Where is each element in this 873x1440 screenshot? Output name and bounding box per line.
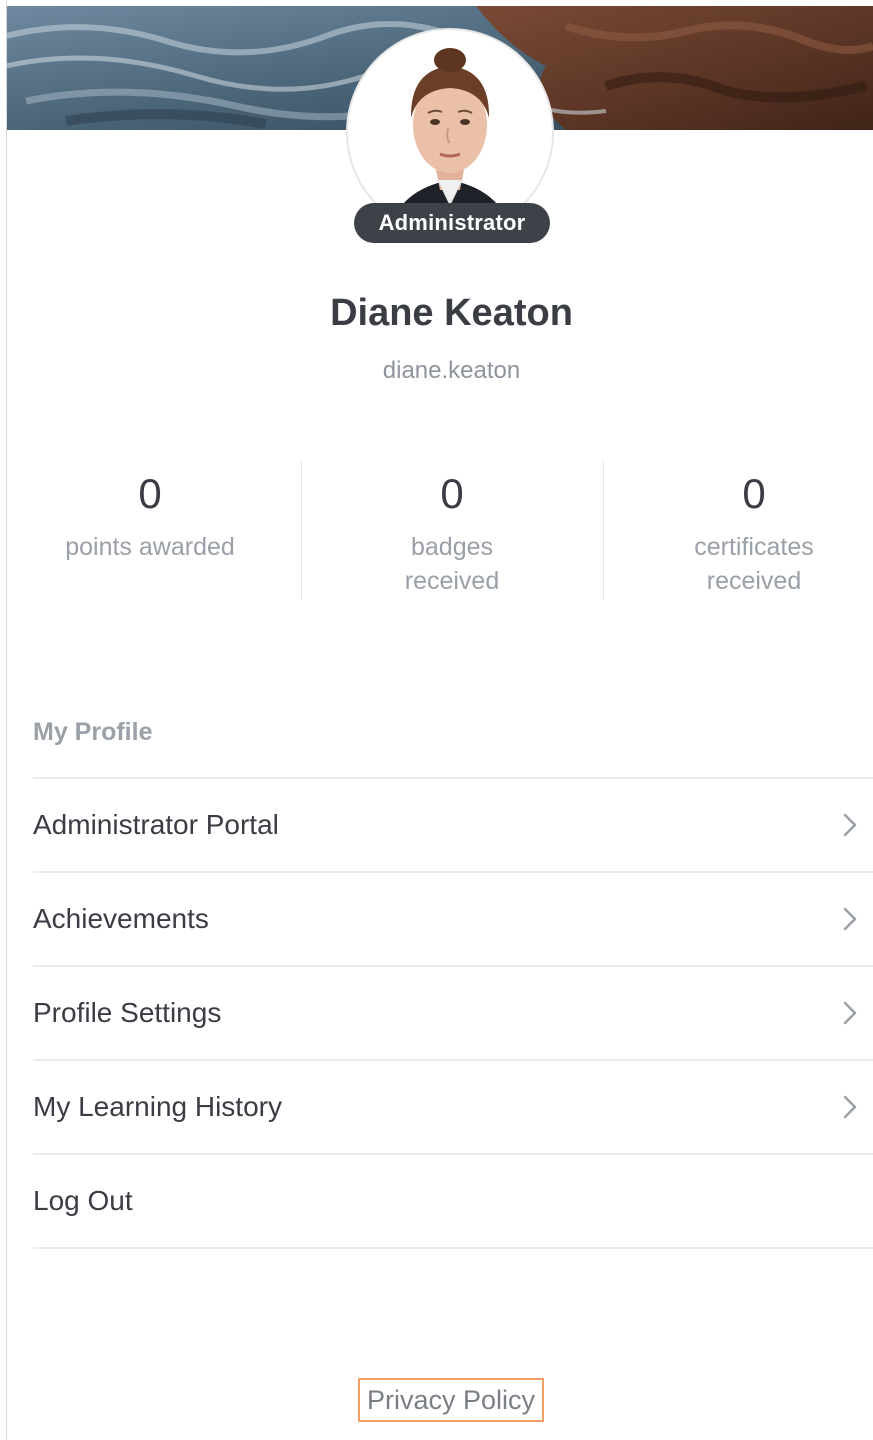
chevron-right-icon	[843, 813, 857, 837]
menu-item-label: Log Out	[33, 1185, 133, 1216]
profile-menu: Administrator Portal Achievements Profil…	[33, 777, 873, 1249]
stat-points: 0 points awarded	[0, 460, 300, 600]
chevron-right-icon	[843, 1095, 857, 1119]
stat-certificates-label: certificates received	[694, 533, 814, 595]
section-title-my-profile: My Profile	[33, 718, 153, 746]
stat-points-label: points awarded	[65, 533, 235, 561]
stats-row: 0 points awarded 0 badges received 0 cer…	[0, 460, 873, 600]
menu-item-label: My Learning History	[33, 1091, 282, 1122]
username: diane.keaton	[382, 357, 521, 384]
stat-certificates: 0 certificates received	[604, 460, 873, 600]
menu-item-administrator-portal[interactable]: Administrator Portal	[33, 779, 873, 873]
stat-points-value: 0	[138, 470, 162, 517]
menu-item-profile-settings[interactable]: Profile Settings	[33, 967, 873, 1061]
chevron-right-icon	[843, 1001, 857, 1025]
stat-certificates-value: 0	[742, 470, 766, 517]
panel-left-edge	[0, 0, 7, 1440]
menu-item-log-out[interactable]: Log Out	[33, 1155, 873, 1249]
stat-badges: 0 badges received	[302, 460, 602, 600]
menu-item-label: Administrator Portal	[33, 809, 279, 840]
menu-item-achievements[interactable]: Achievements	[33, 873, 873, 967]
menu-item-my-learning-history[interactable]: My Learning History	[33, 1061, 873, 1155]
stat-badges-label: badges received	[404, 533, 500, 595]
profile-panel: Administrator Diane Keaton diane.keaton …	[0, 0, 873, 1440]
menu-item-label: Achievements	[33, 903, 209, 934]
chevron-right-icon	[843, 907, 857, 931]
user-full-name: Diane Keaton	[330, 292, 573, 334]
privacy-policy-link[interactable]: Privacy Policy	[358, 1378, 545, 1422]
menu-item-label: Profile Settings	[33, 997, 222, 1028]
role-badge: Administrator	[354, 203, 550, 243]
stat-badges-value: 0	[440, 470, 464, 517]
